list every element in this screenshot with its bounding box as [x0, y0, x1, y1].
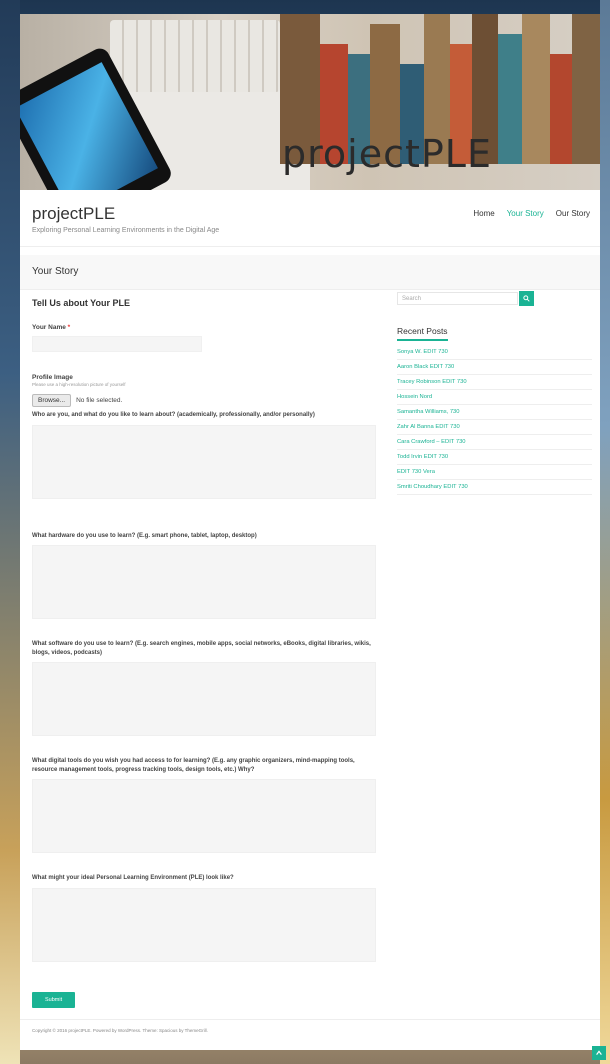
page-title-bar: Your Story	[20, 255, 600, 290]
main-nav: Home Your Story Our Story	[473, 209, 590, 218]
required-mark: *	[67, 324, 71, 331]
recent-post-item[interactable]: EDIT 730 Vera	[397, 465, 592, 480]
copyright-text: Copyright © 2016 projectPLE. Powered by …	[32, 1028, 208, 1033]
name-label-text: Your Name	[32, 324, 66, 331]
form-title: Tell Us about Your PLE	[32, 298, 131, 308]
site-title[interactable]: projectPLE	[32, 204, 115, 224]
banner-title: projectPLE	[282, 132, 492, 176]
recent-post-item[interactable]: Samantha Williams, 730	[397, 405, 592, 420]
recent-post-item[interactable]: Smriti Choudhary EDIT 730	[397, 480, 592, 495]
search-icon	[523, 295, 530, 302]
search-button[interactable]	[519, 291, 534, 306]
profile-image-label: Profile Image	[32, 374, 73, 381]
hardware-textarea[interactable]	[32, 545, 376, 619]
recent-post-item[interactable]: Sonya W. EDIT 730	[397, 345, 592, 360]
question-learn-about-label: Who are you, and what do you like to lea…	[32, 412, 315, 418]
nav-item-your-story[interactable]: Your Story	[507, 209, 544, 218]
page-title: Your Story	[32, 266, 79, 277]
name-label: Your Name *	[32, 324, 377, 331]
search-input[interactable]: Search	[397, 292, 518, 305]
submit-button[interactable]: Submit	[32, 991, 76, 1008]
page-container: projectPLE projectPLE Exploring Personal…	[20, 14, 600, 1050]
question-digital-tools-label: What digital tools do you wish you had a…	[32, 758, 355, 773]
software-textarea[interactable]	[32, 662, 376, 736]
question-software-label: What software do you use to learn? (E.g.…	[32, 641, 371, 656]
site-footer: Copyright © 2016 projectPLE. Powered by …	[20, 1019, 600, 1050]
keyboard-image	[110, 20, 280, 92]
header-banner[interactable]: projectPLE	[20, 14, 600, 190]
recent-posts-title: Recent Posts	[397, 326, 448, 341]
browse-button[interactable]: Browse...	[32, 394, 72, 407]
question-ideal-ple-label: What might your ideal Personal Learning …	[32, 875, 234, 881]
site-header: projectPLE Exploring Personal Learning E…	[20, 190, 600, 247]
file-input: Browse... No file selected.	[32, 394, 377, 407]
name-input[interactable]	[32, 336, 202, 352]
recent-post-item[interactable]: Zahr Al Banna EDIT 730	[397, 420, 592, 435]
chevron-up-icon	[596, 1050, 602, 1055]
digital-tools-textarea[interactable]	[32, 779, 376, 853]
recent-post-item[interactable]: Cara Crawford – EDIT 730	[397, 435, 592, 450]
background-left	[0, 0, 20, 1064]
sidebar: Search Recent Posts Sonya W. EDIT 730 Aa…	[397, 291, 592, 495]
profile-image-hint: Please use a high-resolution picture of …	[32, 382, 126, 387]
scroll-to-top-button[interactable]	[592, 1046, 606, 1060]
search-form: Search	[397, 291, 592, 306]
recent-post-item[interactable]: Aaron Black EDIT 730	[397, 360, 592, 375]
question-hardware-label: What hardware do you use to learn? (E.g.…	[32, 532, 257, 539]
recent-post-item[interactable]: Tracey Robinson EDIT 730	[397, 375, 592, 390]
background-right	[600, 0, 610, 1064]
ideal-ple-textarea[interactable]	[32, 887, 376, 962]
recent-post-item[interactable]: Todd Irvin EDIT 730	[397, 450, 592, 465]
recent-post-item[interactable]: Hossein Nord	[397, 390, 592, 405]
nav-item-home[interactable]: Home	[473, 209, 494, 218]
learn-about-textarea[interactable]	[32, 424, 376, 499]
nav-item-our-story[interactable]: Our Story	[556, 209, 590, 218]
story-form: Tell Us about Your PLE Your Name * Profi…	[32, 298, 377, 1008]
site-description: Exploring Personal Learning Environments…	[32, 227, 220, 234]
recent-posts-list: Sonya W. EDIT 730 Aaron Black EDIT 730 T…	[397, 345, 592, 495]
file-status: No file selected.	[76, 397, 123, 404]
